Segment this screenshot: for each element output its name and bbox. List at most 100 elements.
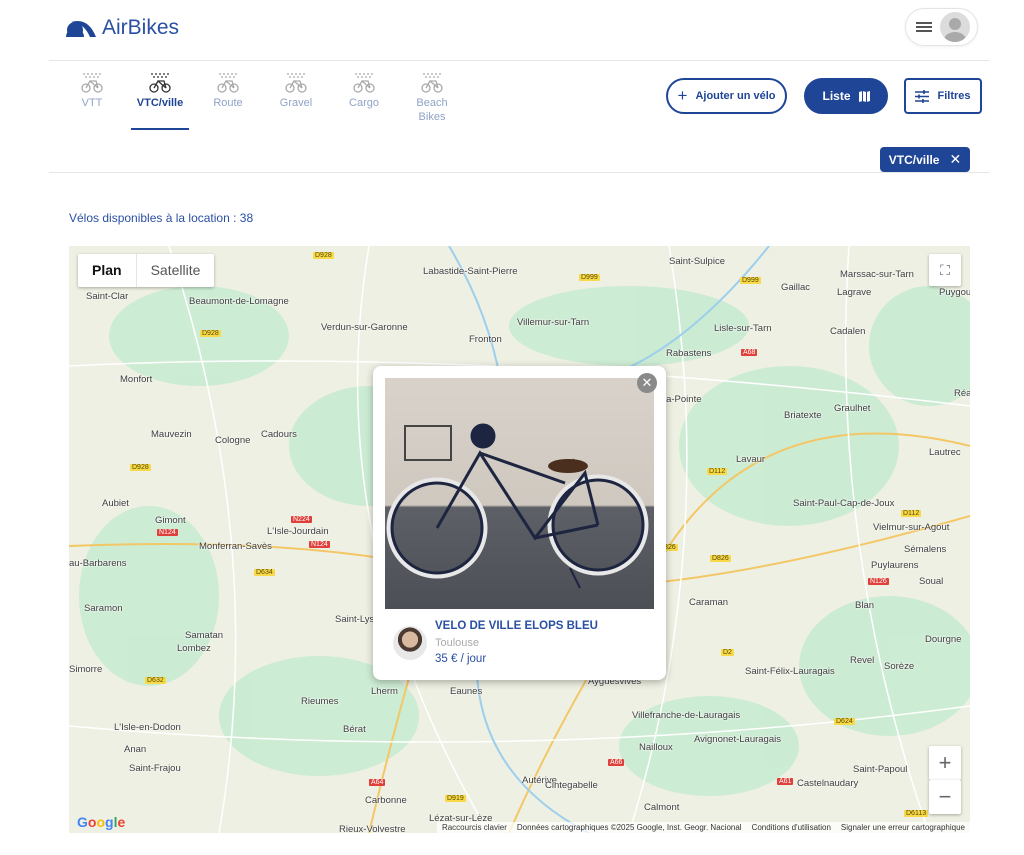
map-place-label: Castelnaudary: [797, 778, 859, 789]
map-place-label: Saint-Papoul: [853, 764, 908, 775]
avatar: [940, 12, 970, 42]
tab-label: VTC/ville: [136, 97, 184, 109]
city-bike-icon: [126, 68, 194, 96]
tab-vtc-ville[interactable]: VTC/ville: [126, 68, 194, 130]
map-place-label: Puygou: [939, 287, 970, 298]
tab-label: Gravel: [279, 97, 313, 109]
category-tabs: VTT VTC/ville Route Gravel Cargo Beach Bikes: [58, 68, 466, 130]
map-place-label: L'Isle-Jourdain: [267, 526, 329, 537]
map-place-label: Lautrec: [929, 447, 961, 458]
list-view-button[interactable]: Liste: [804, 78, 888, 114]
map-place-label: Saint-Frajou: [129, 763, 181, 774]
map-place-label: Simorre: [69, 664, 103, 675]
close-popup-button[interactable]: ✕: [637, 373, 657, 393]
divider: [49, 60, 990, 61]
map-place-label: Rieumes: [301, 696, 339, 707]
map-place-label: Marssac-sur-Tarn: [840, 269, 914, 280]
tab-cargo[interactable]: Cargo: [330, 68, 398, 130]
map-place-label: Dourgne: [925, 634, 962, 645]
road-shield: D112: [901, 510, 922, 517]
map-place-label: Cologne: [215, 435, 251, 446]
map-place-label: Saramon: [84, 603, 123, 614]
map-place-label: Blan: [855, 600, 875, 611]
map-place-label: Villemur-sur-Tarn: [517, 317, 590, 328]
terms-link[interactable]: Conditions d'utilisation: [752, 823, 831, 832]
brand-name: AirBikes: [102, 16, 180, 39]
map-type-plan[interactable]: Plan: [78, 254, 137, 287]
filters-button[interactable]: Filtres: [904, 78, 982, 114]
map-place-label: Saint-Clar: [86, 291, 129, 302]
minus-icon: −: [938, 784, 952, 809]
road-shield: A68: [741, 349, 758, 356]
map-place-label: Verdun-sur-Garonne: [321, 322, 408, 333]
brand-logo[interactable]: AirBikes: [66, 16, 179, 40]
zoom-out-button[interactable]: −: [929, 780, 961, 814]
add-bike-button[interactable]: + Ajouter un vélo: [666, 78, 787, 114]
tab-label: Cargo: [349, 97, 379, 109]
map-place-label: Rieux-Volvestre: [339, 824, 406, 833]
zoom-in-button[interactable]: +: [929, 746, 961, 780]
cargo-bike-icon: [330, 68, 398, 96]
map-attribution: Raccourcis clavier Données cartographiqu…: [436, 822, 970, 833]
google-logo: Google: [77, 814, 126, 830]
map-place-label: Cintegabelle: [545, 780, 598, 791]
tab-vtt[interactable]: VTT: [58, 68, 126, 130]
map-place-label: Labastide-Saint-Pierre: [423, 266, 518, 277]
map-place-label: Caraman: [689, 597, 729, 608]
map-place-label: Saint-Félix-Lauragais: [745, 666, 835, 677]
road-shield: D928: [313, 252, 334, 259]
plus-icon: +: [938, 750, 952, 775]
bike-photo[interactable]: [385, 378, 654, 609]
map-place-label: Revel: [850, 655, 875, 666]
logo-icon: [66, 21, 96, 37]
keyboard-shortcuts-link[interactable]: Raccourcis clavier: [442, 823, 507, 832]
road-shield: D999: [579, 274, 600, 281]
map-place-label: Briatexte: [784, 410, 822, 421]
listing-city: Toulouse: [435, 637, 480, 649]
map-place-label: Lherm: [371, 686, 398, 697]
map-place-label: Aubiet: [102, 498, 129, 509]
user-menu-button[interactable]: [905, 8, 978, 46]
road-shield: D919: [445, 795, 466, 802]
report-error-link[interactable]: Signaler une erreur cartographique: [841, 823, 965, 832]
map-data-credit: Données cartographiques ©2025 Google, In…: [516, 823, 742, 832]
map-place-label: Cadours: [261, 429, 297, 440]
map-place-label: Cadalen: [830, 326, 866, 337]
road-shield: A66: [608, 759, 625, 766]
active-filter-chip[interactable]: VTC/ville ✕: [880, 147, 970, 172]
tab-beach-bikes[interactable]: Beach Bikes: [398, 68, 466, 130]
map-place-label: Vielmur-sur-Agout: [873, 522, 950, 533]
map-place-label: Soual: [919, 576, 944, 587]
map-place-label: au-Barbarens: [69, 558, 127, 569]
map-type-satellite[interactable]: Satellite: [137, 254, 215, 287]
tab-route[interactable]: Route: [194, 68, 262, 130]
map-place-label: Bérat: [343, 724, 366, 735]
map-place-label: Sémalens: [904, 544, 947, 555]
road-shield: D6113: [904, 810, 929, 817]
map-place-label: Gaillac: [781, 282, 811, 293]
map[interactable]: Saint-Clar Beaumont-de-Lomagne Labastide-S…: [69, 246, 970, 833]
map-place-label: Mauvezin: [151, 429, 192, 440]
fullscreen-icon: ⛶: [940, 261, 950, 278]
map-type-control: Plan Satellite: [78, 254, 215, 287]
tab-gravel[interactable]: Gravel: [262, 68, 330, 130]
remove-filter-icon[interactable]: ✕: [949, 151, 961, 168]
map-place-label: Réa: [954, 388, 970, 399]
road-shield: N124: [309, 541, 330, 548]
road-shield: N224: [291, 516, 312, 523]
listing-title[interactable]: VELO DE VILLE ELOPS BLEU: [435, 620, 598, 632]
map-place-label: Lisle-sur-Tarn: [714, 323, 772, 334]
map-place-label: Lombez: [177, 643, 211, 654]
map-place-label: Nailloux: [639, 742, 673, 753]
fullscreen-button[interactable]: ⛶: [929, 254, 961, 286]
map-place-label: Graulhet: [834, 403, 871, 414]
road-shield: D634: [254, 569, 275, 576]
map-place-label: Puylaurens: [871, 560, 919, 571]
road-shield: N124: [157, 529, 178, 536]
owner-avatar: [393, 626, 427, 660]
map-place-label: la-Pointe: [664, 394, 702, 405]
map-place-label: Carbonne: [365, 795, 407, 806]
listing-popup[interactable]: ✕ VELO DE VILLE ELOPS BLEU Toulouse 35 €…: [373, 366, 666, 680]
road-shield: A61: [777, 778, 794, 785]
map-place-label: Avignonet-Lauragais: [694, 734, 781, 745]
